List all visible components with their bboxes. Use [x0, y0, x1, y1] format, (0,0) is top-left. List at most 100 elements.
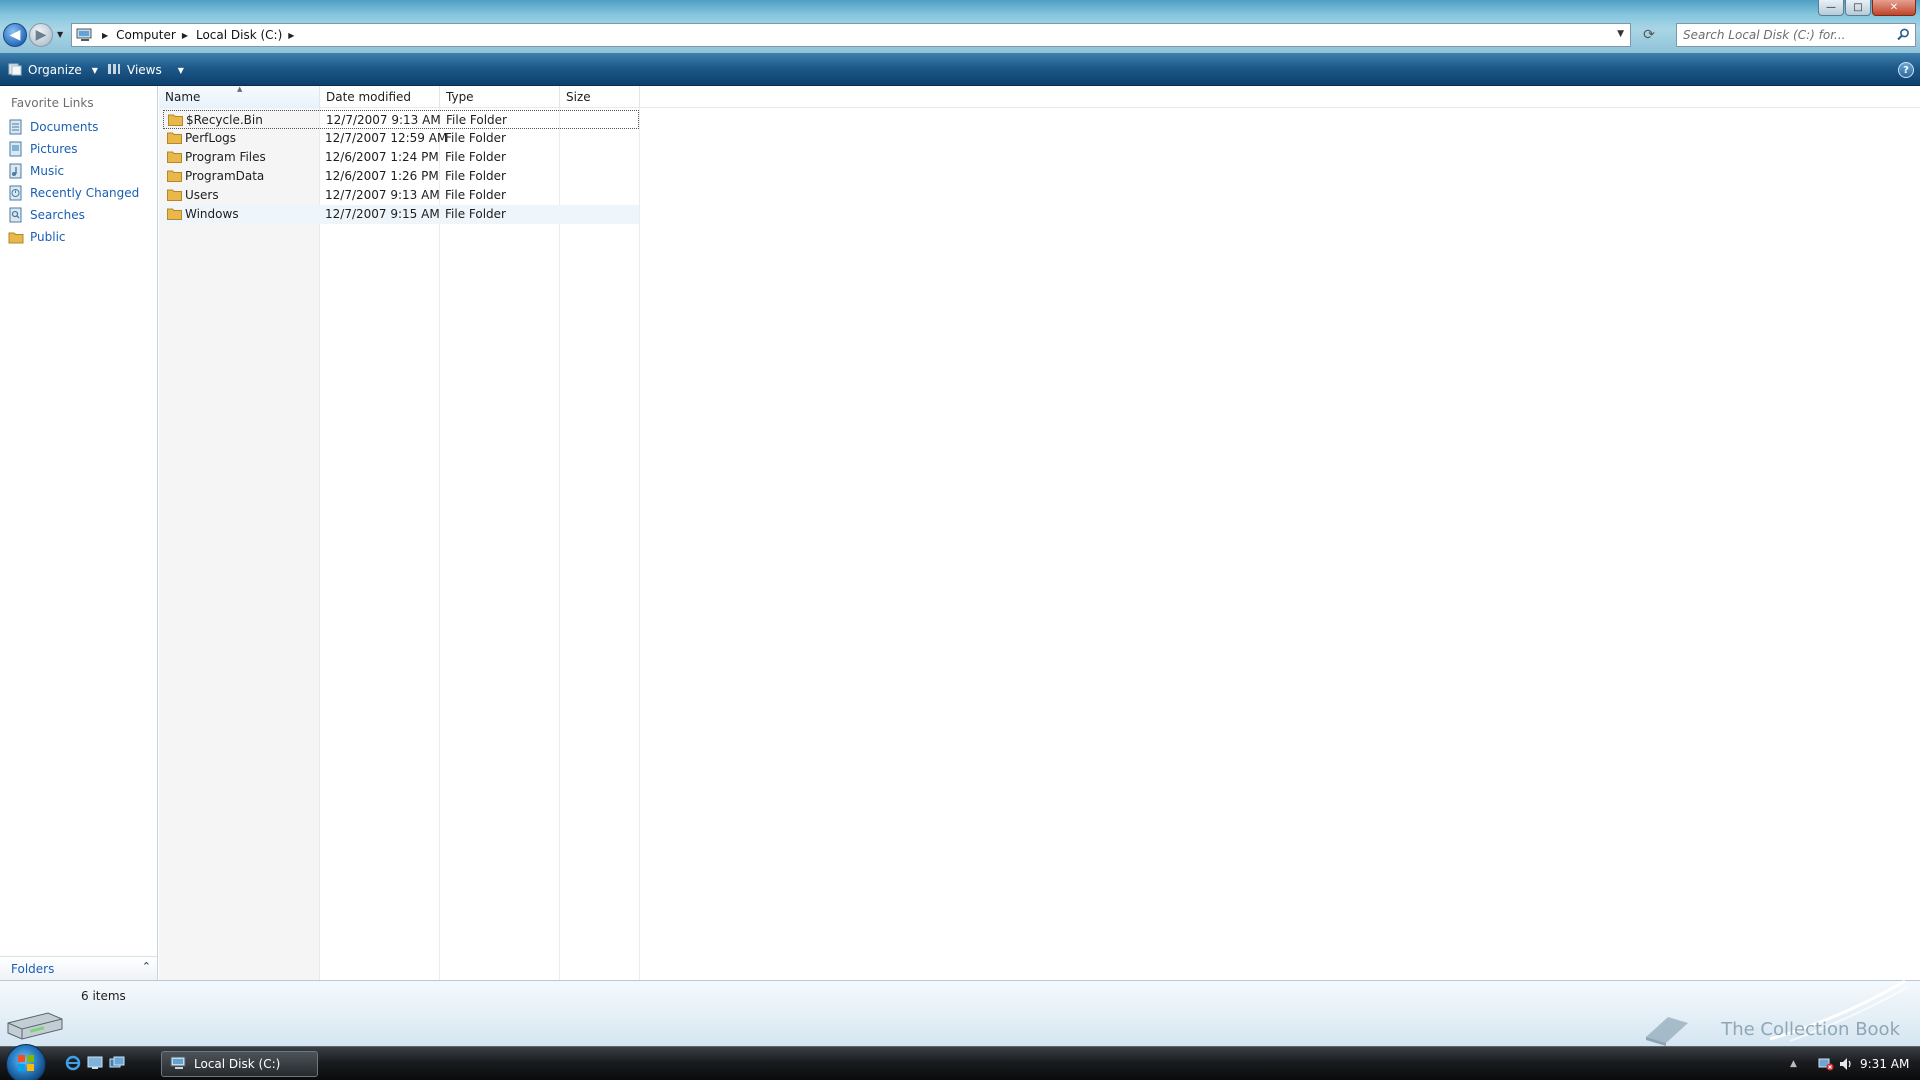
favorite-link-recently-changed[interactable]: Recently Changed: [8, 184, 156, 202]
favorite-link-documents[interactable]: Documents: [8, 118, 156, 136]
recent-pages-dropdown[interactable]: ▼: [57, 30, 63, 39]
organize-button[interactable]: Organize ▼: [8, 61, 98, 79]
favorite-link-label: Documents: [30, 120, 99, 134]
column-header-size[interactable]: Size: [560, 86, 640, 108]
favorite-links-heading: Favorite Links: [11, 96, 94, 110]
search-icon[interactable]: [1897, 28, 1910, 44]
file-list[interactable]: $Recycle.Bin 12/7/2007 9:13 AM File Fold…: [159, 108, 1920, 980]
name-column-band: [159, 108, 320, 980]
internet-explorer-quicklaunch[interactable]: [64, 1055, 82, 1074]
taskbar: Local Disk (C:) ▲ 9:31 AM: [0, 1044, 1920, 1080]
forward-button[interactable]: ▶: [29, 23, 53, 47]
file-date-modified: 12/7/2007 9:15 AM: [325, 207, 440, 221]
views-icon: [107, 62, 121, 79]
back-button[interactable]: ◀: [3, 23, 27, 47]
file-date-modified: 12/7/2007 9:13 AM: [326, 113, 441, 127]
chevron-up-icon[interactable]: ⌃: [142, 960, 151, 973]
file-row[interactable]: Users 12/7/2007 9:13 AM File Folder: [163, 186, 639, 205]
folders-label: Folders: [11, 962, 55, 976]
column-header-label: Name: [165, 90, 201, 104]
file-row[interactable]: Windows 12/7/2007 9:15 AM File Folder: [163, 205, 639, 224]
system-clock[interactable]: 9:31 AM: [1860, 1057, 1909, 1071]
help-button[interactable]: ?: [1898, 62, 1914, 78]
chevron-down-icon[interactable]: ▼: [178, 66, 184, 75]
refresh-button[interactable]: ⟳: [1638, 25, 1660, 45]
navigation-pane: Favorite Links Documents Pictures Music …: [0, 86, 158, 980]
file-row[interactable]: PerfLogs 12/7/2007 12:59 AM File Folder: [163, 129, 639, 148]
watermark-text: The Collection Book: [1721, 1019, 1900, 1040]
organize-label: Organize: [28, 63, 82, 77]
forward-arrow-icon: ▶: [35, 27, 47, 43]
file-name: Users: [185, 188, 219, 202]
folder-icon: [167, 150, 182, 166]
internet-explorer-icon: [65, 1055, 81, 1074]
file-date-modified: 12/6/2007 1:24 PM: [325, 150, 439, 164]
file-type: File Folder: [445, 169, 506, 183]
address-bar[interactable]: ▶ Computer ▶ Local Disk (C:) ▶ ▼: [71, 23, 1631, 47]
search-box[interactable]: [1676, 23, 1916, 47]
breadcrumb-computer[interactable]: Computer: [116, 28, 176, 42]
file-type: File Folder: [445, 131, 506, 145]
file-type: File Folder: [445, 188, 506, 202]
volume-icon[interactable]: [1838, 1056, 1854, 1075]
folder-icon: [168, 113, 183, 129]
details-pane: 6 items The Collection Book: [0, 979, 1920, 1046]
breadcrumb-separator-icon[interactable]: ▶: [288, 31, 294, 40]
column-header-label: Date modified: [326, 90, 412, 104]
command-bar: Organize ▼ Views ▼ ?: [0, 53, 1920, 86]
column-header-date-modified[interactable]: Date modified: [320, 86, 440, 108]
column-header-label: Size: [566, 90, 591, 104]
address-dropdown-icon[interactable]: ▼: [1617, 29, 1624, 39]
file-row[interactable]: $Recycle.Bin 12/7/2007 9:13 AM File Fold…: [163, 110, 639, 129]
start-button[interactable]: [6, 1044, 46, 1080]
switch-windows-quicklaunch[interactable]: [108, 1056, 126, 1072]
size-column-band: [560, 108, 640, 980]
show-hidden-icons-chevron-icon[interactable]: ▲: [1790, 1059, 1797, 1069]
breadcrumb-separator-icon[interactable]: ▶: [182, 31, 188, 40]
show-desktop-quicklaunch[interactable]: [86, 1056, 104, 1072]
favorite-link-label: Pictures: [30, 142, 78, 156]
folder-icon: [167, 188, 182, 204]
file-row[interactable]: Program Files 12/6/2007 1:24 PM File Fol…: [163, 148, 639, 167]
title-bar: — □ ✕ ◀ ▶ ▼ ▶ Computer ▶ Local Disk (C:)…: [0, 0, 1920, 53]
file-type: File Folder: [446, 113, 507, 127]
organize-icon: [8, 62, 22, 79]
breadcrumb-separator-icon[interactable]: ▶: [102, 31, 108, 40]
documents-icon: [8, 119, 24, 135]
sort-ascending-icon: ▲: [237, 85, 243, 93]
taskbar-button-local-disk[interactable]: Local Disk (C:): [161, 1051, 318, 1077]
favorite-link-public[interactable]: Public: [8, 228, 156, 246]
views-button[interactable]: Views ▼: [107, 61, 184, 79]
searches-icon: [8, 207, 24, 223]
switch-windows-icon: [109, 1056, 125, 1073]
file-name: PerfLogs: [185, 131, 237, 145]
column-header-name[interactable]: ▲ Name: [159, 85, 320, 108]
favorite-link-pictures[interactable]: Pictures: [8, 140, 156, 158]
favorite-link-searches[interactable]: Searches: [8, 206, 156, 224]
close-button[interactable]: ✕: [1872, 0, 1916, 16]
minimize-button[interactable]: —: [1818, 0, 1844, 16]
book-logo-icon: [1642, 1013, 1692, 1050]
folder-icon: [167, 169, 182, 185]
help-icon: ?: [1903, 64, 1909, 76]
file-type: File Folder: [445, 207, 506, 221]
column-header-type[interactable]: Type: [440, 86, 560, 108]
taskbar-button-label: Local Disk (C:): [194, 1057, 281, 1071]
file-name: Program Files: [185, 150, 266, 164]
search-input[interactable]: [1683, 28, 1883, 42]
file-name: Windows: [185, 207, 239, 221]
breadcrumb-local-disk[interactable]: Local Disk (C:): [196, 28, 282, 42]
windows-logo-icon: [16, 1053, 36, 1076]
type-column-band: [440, 108, 560, 980]
folders-toggle-bar[interactable]: Folders ⌃: [0, 956, 157, 980]
recently-changed-icon: [8, 185, 24, 201]
date-column-band: [320, 108, 440, 980]
computer-icon: [170, 1056, 188, 1073]
maximize-button[interactable]: □: [1845, 0, 1871, 16]
views-label: Views: [127, 63, 162, 77]
folder-icon: [167, 207, 182, 223]
file-row[interactable]: ProgramData 12/6/2007 1:26 PM File Folde…: [163, 167, 639, 186]
network-icon[interactable]: [1818, 1057, 1834, 1074]
favorite-link-music[interactable]: Music: [8, 162, 156, 180]
folder-icon: [167, 131, 182, 147]
